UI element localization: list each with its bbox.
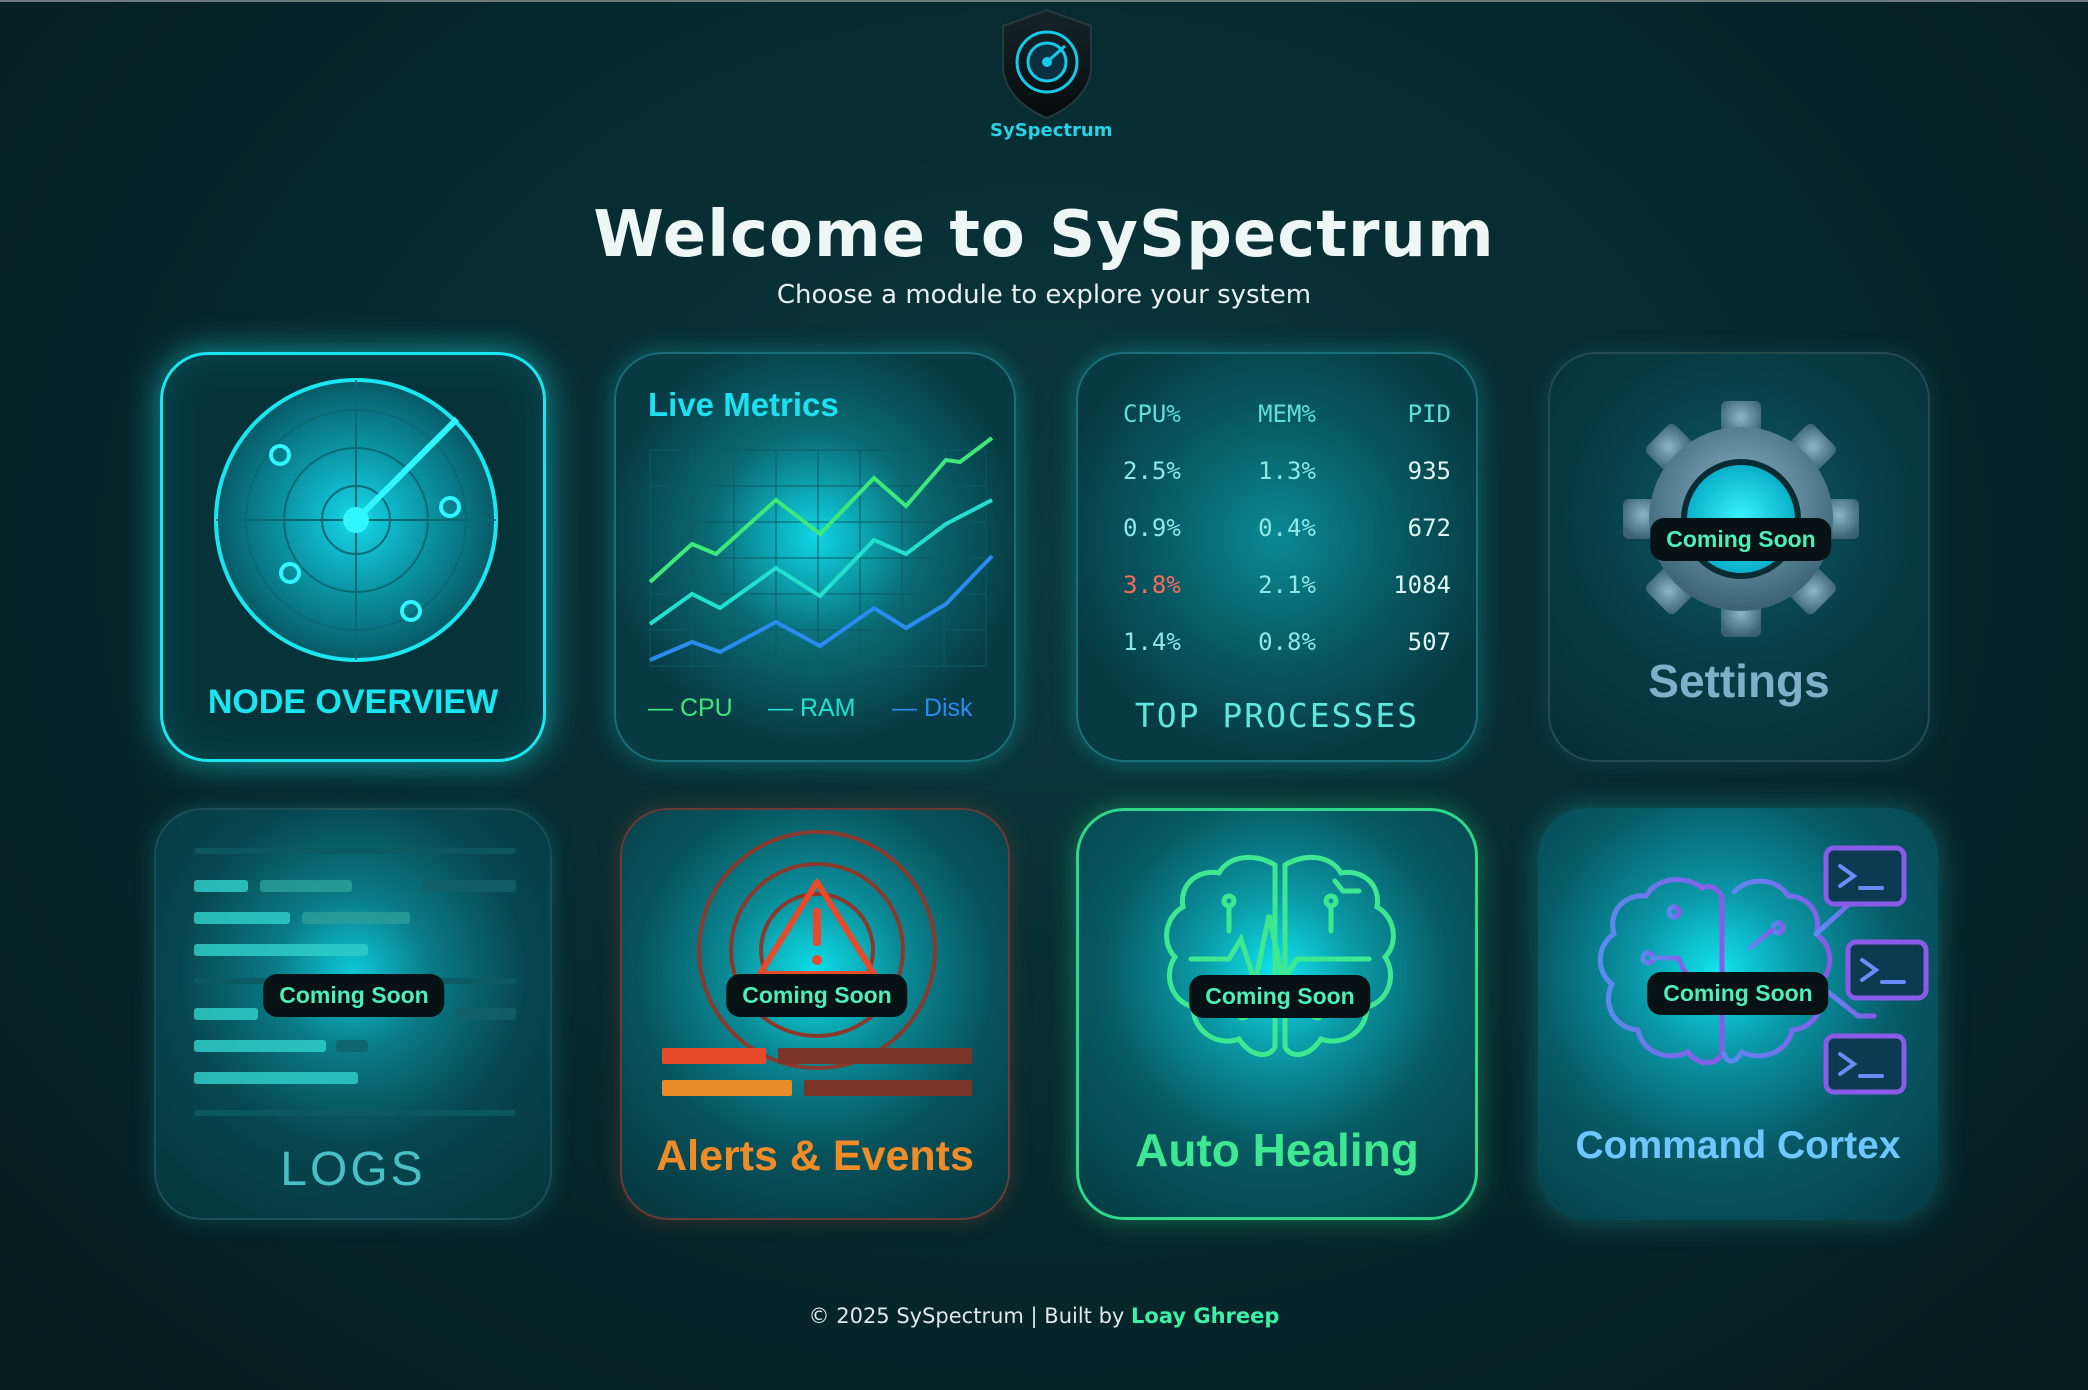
- auto-healing-card[interactable]: Coming Soon Auto Healing: [1076, 808, 1478, 1220]
- command-cortex-card[interactable]: Coming Soon Command Cortex: [1538, 808, 1938, 1220]
- coming-soon-badge: Coming Soon: [1189, 975, 1371, 1018]
- logs-card[interactable]: Coming Soon LOGS: [154, 808, 552, 1220]
- footer-author-link[interactable]: Loay Ghreep: [1131, 1304, 1279, 1328]
- process-table: CPU% MEM% PID 2.5% 1.3% 935 0.9% 0.4% 67…: [1122, 386, 1452, 670]
- footer-text: © 2025 SySpectrum | Built by: [808, 1304, 1125, 1328]
- page-title: Welcome to SySpectrum: [593, 198, 1495, 272]
- legend-cpu: — CPU: [648, 694, 733, 722]
- radar-shield-icon: [1002, 8, 1092, 120]
- node-overview-label: NODE OVERVIEW: [207, 683, 499, 721]
- table-row[interactable]: 2.5% 1.3% 935: [1122, 442, 1452, 499]
- table-row[interactable]: 0.9% 0.4% 672: [1122, 499, 1452, 556]
- top-processes-card[interactable]: CPU% MEM% PID 2.5% 1.3% 935 0.9% 0.4% 67…: [1076, 352, 1478, 762]
- legend-disk: — Disk: [892, 694, 973, 722]
- live-metrics-card[interactable]: Live Metrics — CPU — RAM — Disk: [614, 352, 1016, 762]
- table-row[interactable]: 3.8% 2.1% 1084: [1122, 556, 1452, 613]
- coming-soon-badge: Coming Soon: [1647, 972, 1829, 1015]
- cpu-line: [648, 436, 994, 584]
- disk-line: [649, 554, 994, 662]
- brand-name: SySpectrum: [990, 120, 1113, 141]
- legend-ram: — RAM: [768, 694, 856, 722]
- col-mem: MEM%: [1258, 400, 1316, 428]
- coming-soon-badge: Coming Soon: [263, 974, 445, 1017]
- logs-label: LOGS: [280, 1143, 426, 1196]
- alerts-events-label: Alerts & Events: [656, 1132, 974, 1180]
- footer: © 2025 SySpectrum | Built by Loay Ghreep: [0, 1304, 2088, 1328]
- page-subtitle: Choose a module to explore your system: [776, 280, 1312, 310]
- col-pid: PID: [1407, 400, 1451, 428]
- alerts-events-card[interactable]: Coming Soon Alerts & Events: [620, 808, 1010, 1220]
- settings-label: Settings: [1648, 655, 1830, 707]
- table-row[interactable]: 1.4% 0.8% 507: [1122, 613, 1452, 670]
- brand-logo[interactable]: SySpectrum: [990, 8, 1113, 146]
- col-cpu: CPU%: [1123, 400, 1181, 428]
- top-processes-label: TOP PROCESSES: [1134, 696, 1420, 735]
- node-overview-card[interactable]: NODE OVERVIEW: [160, 352, 546, 762]
- auto-healing-label: Auto Healing: [1135, 1124, 1419, 1176]
- command-cortex-label: Command Cortex: [1575, 1124, 1901, 1167]
- top-border: [0, 0, 2088, 2]
- settings-card[interactable]: Coming Soon Settings: [1548, 352, 1930, 762]
- coming-soon-badge: Coming Soon: [726, 974, 908, 1017]
- coming-soon-badge: Coming Soon: [1650, 518, 1832, 561]
